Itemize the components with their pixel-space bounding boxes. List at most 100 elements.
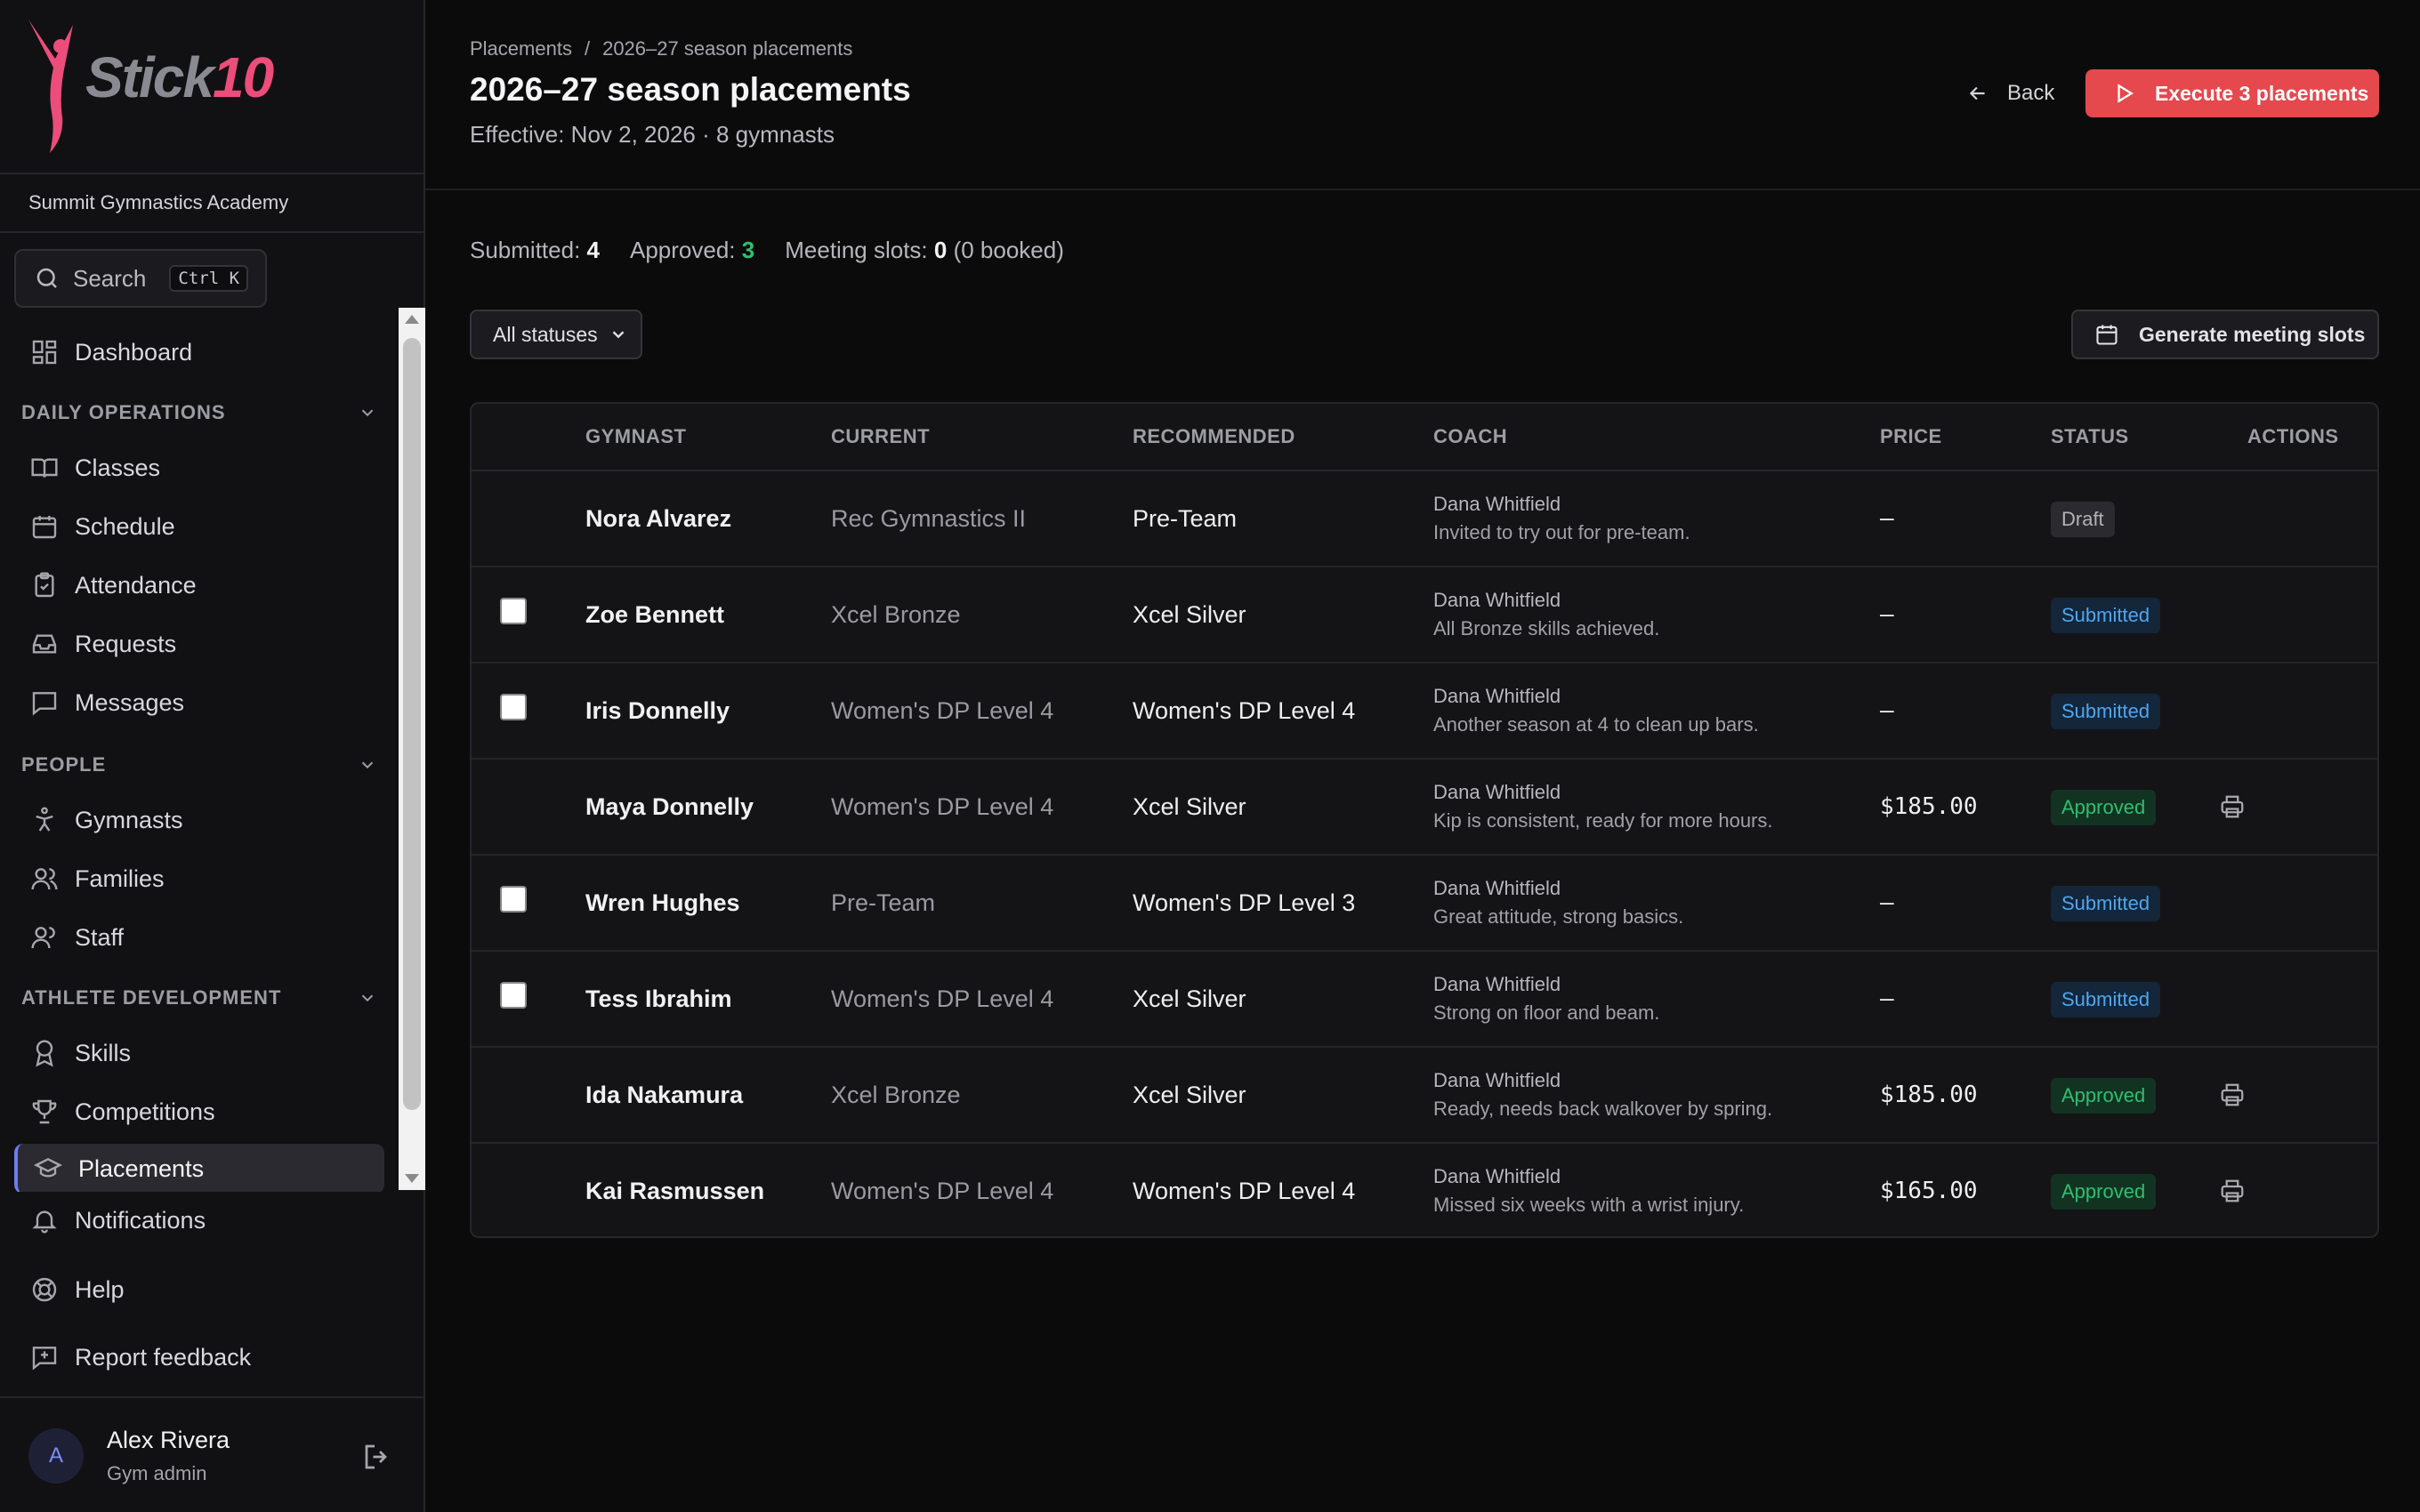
sidebar-item-attendance[interactable]: Attendance (14, 560, 384, 610)
table-row[interactable]: Tess Ibrahim Women's DP Level 4 Xcel Silve… (472, 952, 2377, 1048)
row-select-checkbox[interactable] (500, 886, 527, 913)
chevron-down-icon (361, 409, 374, 417)
section-header-daily-operations[interactable]: DAILY OPERATIONS (21, 395, 377, 430)
sidebar-item-notifications[interactable]: Notifications (14, 1195, 384, 1245)
current-level: Xcel Bronze (831, 601, 961, 628)
gymnast-name[interactable]: Wren Hughes (585, 889, 740, 917)
header-divider (425, 189, 2420, 190)
table-row[interactable]: Maya Donnelly Women's DP Level 4 Xcel Silv… (472, 760, 2377, 856)
coach-name: Dana Whitfield (1433, 877, 1561, 899)
sidebar-item-skills[interactable]: Skills (14, 1028, 384, 1078)
gymnast-name[interactable]: Kai Rasmussen (585, 1178, 764, 1205)
sidebar-scrollbar[interactable] (399, 308, 425, 1190)
avatar[interactable]: A (28, 1428, 84, 1484)
user-profile[interactable]: A Alex Rivera Gym admin (0, 1396, 424, 1512)
section-header-athlete-development[interactable]: ATHLETE DEVELOPMENT (21, 980, 377, 1016)
coach-note: Great attitude, strong basics. (1433, 905, 1684, 928)
execute-placements-button[interactable]: Execute 3 placements (2085, 69, 2379, 117)
main-content: Placements / 2026–27 season placements 2… (425, 0, 2420, 1512)
sidebar-item-families[interactable]: Families (14, 854, 384, 904)
column-header-coach[interactable]: COACH (1433, 425, 1507, 448)
status-badge: Submitted (2051, 598, 2161, 633)
table-row[interactable]: Ida Nakamura Xcel Bronze Xcel Silver Dana W… (472, 1048, 2377, 1144)
print-icon[interactable] (2219, 1082, 2246, 1108)
book-icon (31, 458, 58, 478)
column-header-recommended[interactable]: RECOMMENDED (1133, 425, 1295, 448)
coach-note: Invited to try out for pre-team. (1433, 521, 1690, 543)
sidebar-item-placements[interactable]: Placements (14, 1144, 384, 1192)
feedback-icon (32, 1347, 57, 1371)
column-header-current[interactable]: CURRENT (831, 425, 930, 448)
breadcrumb-link-placements[interactable]: Placements (470, 37, 572, 60)
sidebar-item-report-feedback[interactable]: Report feedback (14, 1332, 384, 1382)
price: $165.00 (1880, 1178, 1978, 1204)
sidebar-item-competitions[interactable]: Competitions (14, 1087, 384, 1137)
status-filter-select[interactable]: All statuses (470, 310, 642, 359)
gymnast-name[interactable]: Zoe Bennett (585, 601, 724, 629)
logout-icon[interactable] (361, 1441, 393, 1473)
generate-meeting-slots-button[interactable]: Generate meeting slots (2071, 310, 2379, 359)
sidebar-item-dashboard[interactable]: Dashboard (14, 327, 384, 377)
column-header-actions: ACTIONS (2247, 425, 2339, 447)
sidebar-item-gymnasts[interactable]: Gymnasts (14, 795, 384, 845)
column-header-gymnast[interactable]: GYMNAST (585, 425, 687, 448)
organization-name[interactable]: Summit Gymnastics Academy (0, 173, 424, 233)
sidebar-item-schedule[interactable]: Schedule (14, 502, 384, 551)
breadcrumb-current: 2026–27 season placements (602, 37, 853, 60)
gymnast-name[interactable]: Tess Ibrahim (585, 985, 732, 1013)
print-icon[interactable] (2219, 793, 2246, 820)
trophy-icon (32, 1099, 57, 1124)
column-header-price[interactable]: PRICE (1880, 425, 1942, 448)
gymnast-name[interactable]: Nora Alvarez (585, 505, 731, 533)
sidebar-item-help[interactable]: Help (14, 1265, 384, 1315)
sidebar-item-label: Attendance (75, 571, 197, 599)
staff-icon (31, 927, 55, 949)
sidebar-item-label: Staff (75, 923, 125, 951)
scrollbar-thumb[interactable] (403, 338, 421, 1110)
table-row[interactable]: Zoe Bennett Xcel Bronze Xcel Silver Dana Wh… (472, 567, 2377, 664)
table-row[interactable]: Nora Alvarez Rec Gymnastics II Pre-Team Dan… (472, 471, 2377, 567)
sidebar-item-label: Requests (75, 630, 177, 657)
placements-table: GYMNAST CURRENT RECOMMENDED COACH PRICE … (470, 402, 2379, 1238)
column-header-status[interactable]: STATUS (2051, 425, 2129, 448)
row-select-checkbox[interactable] (500, 598, 527, 624)
generate-label: Generate meeting slots (2139, 322, 2366, 346)
status-badge: Submitted (2051, 982, 2161, 1017)
execute-label: Execute 3 placements (2155, 81, 2369, 105)
breadcrumb-separator: / (584, 37, 591, 60)
coach-note: Strong on floor and beam. (1433, 1001, 1660, 1024)
calendar-icon (2096, 325, 2118, 345)
arrow-left-icon (1969, 86, 1985, 101)
scroll-up-arrow-icon[interactable] (405, 315, 419, 324)
sidebar-item-label: Schedule (75, 512, 175, 540)
status-badge: Submitted (2051, 694, 2161, 729)
gymnast-name[interactable]: Iris Donnelly (585, 697, 730, 725)
sidebar-item-requests[interactable]: Requests (14, 619, 384, 669)
gymnast-name[interactable]: Ida Nakamura (585, 1082, 743, 1109)
coach-name: Dana Whitfield (1433, 589, 1561, 611)
table-row[interactable]: Kai Rasmussen Women's DP Level 4 Women's D… (472, 1144, 2377, 1236)
gymnast-name[interactable]: Maya Donnelly (585, 793, 754, 821)
sidebar-item-label: Competitions (75, 1098, 215, 1125)
table-row[interactable]: Wren Hughes Pre-Team Women's DP Level 3 Dan… (472, 856, 2377, 952)
row-select-checkbox[interactable] (500, 694, 527, 720)
coach-name: Dana Whitfield (1433, 973, 1561, 995)
chevron-down-icon (361, 761, 374, 769)
app-logo[interactable]: Stick10 (23, 12, 335, 164)
sidebar-item-staff[interactable]: Staff (14, 913, 384, 962)
message-icon (32, 692, 57, 716)
table-row[interactable]: Iris Donnelly Women's DP Level 4 Women's D… (472, 664, 2377, 760)
search-button[interactable]: Search Ctrl K (14, 249, 267, 308)
current-level: Rec Gymnastics II (831, 505, 1027, 532)
sidebar-item-messages[interactable]: Messages (14, 678, 384, 728)
print-icon[interactable] (2219, 1178, 2246, 1204)
user-name: Alex Rivera (107, 1427, 230, 1453)
calendar-icon (32, 516, 57, 539)
section-header-people[interactable]: PEOPLE (21, 747, 377, 783)
sidebar-item-classes[interactable]: Classes (14, 443, 384, 493)
sidebar-nav[interactable]: Dashboard DAILY OPERATIONS Classes Sched… (0, 311, 400, 1192)
back-button[interactable]: Back (1950, 69, 2070, 117)
scroll-down-arrow-icon[interactable] (405, 1174, 419, 1183)
row-select-checkbox[interactable] (500, 982, 527, 1009)
coach-note: Missed six weeks with a wrist injury. (1433, 1194, 1745, 1216)
